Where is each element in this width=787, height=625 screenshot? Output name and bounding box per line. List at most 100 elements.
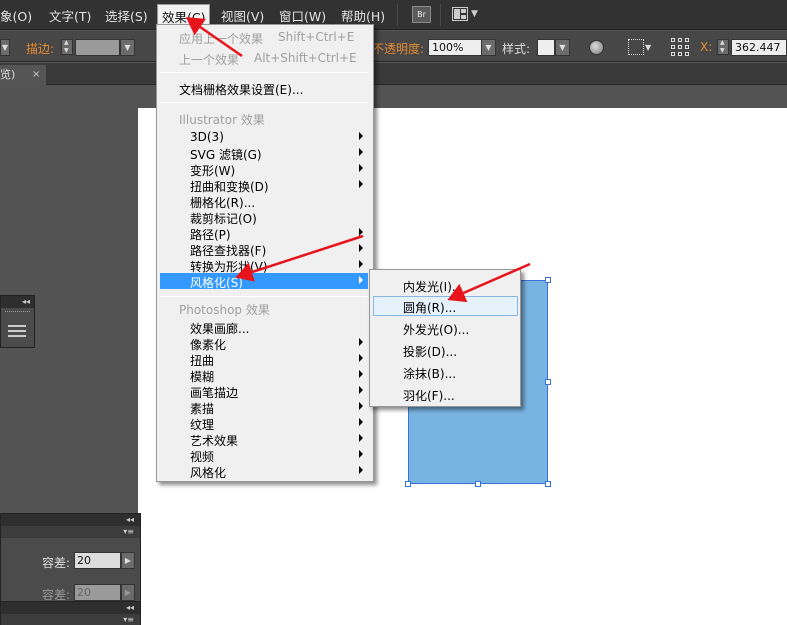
submenu-item-feather[interactable]: 羽化(F)... [373, 384, 518, 404]
menu-item-ps-3[interactable]: 模糊 [160, 367, 368, 384]
panel-grip[interactable] [5, 311, 30, 314]
shortcut-apply-last-effect: Shift+Ctrl+E [278, 30, 355, 44]
document-tab[interactable]: 览) × [0, 65, 46, 85]
submenu-item-label: 圆角(R)... [403, 301, 457, 315]
menu-object[interactable]: 象(O) [0, 6, 32, 25]
tolerance-dropdown[interactable]: ▶ [121, 584, 135, 601]
opacity-field[interactable]: 100% [428, 39, 482, 56]
x-label[interactable]: X: [700, 40, 712, 54]
submenu-item-label: 投影(D)... [403, 345, 458, 359]
arrange-documents-icon[interactable] [452, 7, 468, 21]
menu-view[interactable]: 视图(V) [221, 6, 264, 25]
tolerance-label: 容差: [42, 556, 71, 570]
panel-collapse-icon[interactable]: ◂◂ [1, 602, 140, 614]
submenu-arrow-icon [359, 164, 363, 172]
submenu-item-round-corners[interactable]: 圆角(R)... [373, 296, 518, 316]
isolate-object-icon[interactable] [628, 39, 644, 55]
close-icon[interactable]: × [32, 65, 40, 85]
menu-item-label: 风格化 [190, 466, 227, 480]
selection-handle[interactable] [475, 481, 481, 487]
submenu-item-inner-glow[interactable]: 内发光(I)... [373, 275, 518, 295]
menu-type[interactable]: 文字(T) [49, 6, 91, 25]
selection-handle[interactable] [545, 481, 551, 487]
menu-item-ill-2[interactable]: 变形(W) [160, 161, 368, 178]
opacity-label[interactable]: 不透明度: [372, 40, 424, 57]
control-bar: ▼ 描边: ▼ 不透明度: 100% ▼ 样式: ▼ ▼ X: 362.447 [0, 31, 787, 62]
selection-handle[interactable] [545, 277, 551, 283]
document-tab-bar: 览) × [0, 63, 787, 85]
reference-point-icon[interactable] [671, 38, 689, 56]
style-dropdown[interactable]: ▼ [555, 39, 570, 56]
x-stepper[interactable] [717, 39, 729, 55]
opacity-dropdown[interactable]: ▼ [481, 39, 496, 56]
chevron-down-icon[interactable]: ▼ [471, 9, 478, 19]
menu-separator [160, 72, 368, 73]
menu-item-last-effect[interactable]: 上一个效果 [179, 51, 239, 68]
recolor-artwork-icon[interactable] [589, 40, 604, 55]
menu-window[interactable]: 窗口(W) [279, 6, 326, 25]
panel-menu-icon[interactable]: ▾≡ [1, 526, 140, 538]
photoshop-effects-header: Photoshop 效果 [179, 303, 270, 317]
menu-separator [160, 102, 368, 103]
submenu-arrow-icon [359, 354, 363, 362]
style-swatch[interactable] [537, 39, 555, 56]
chevron-down-icon[interactable]: ▼ [645, 43, 651, 52]
submenu-arrow-icon [359, 338, 363, 346]
selection-handle[interactable] [405, 481, 411, 487]
stylize-submenu: 内发光(I)... 圆角(R)... 外发光(O)... 投影(D)... 涂抹… [369, 269, 521, 407]
submenu-item-outer-glow[interactable]: 外发光(O)... [373, 318, 518, 338]
panel-collapse-icon[interactable]: ◂◂ [1, 296, 34, 308]
menu-item-apply-last-effect[interactable]: 应用上一个效果 [179, 30, 263, 47]
menubar-divider [397, 4, 398, 26]
menu-item-ill-3[interactable]: 扭曲和变换(D) [160, 177, 368, 194]
panel-menu-icon[interactable]: ▾≡ [1, 614, 140, 625]
style-label: 样式: [502, 42, 531, 56]
panel-collapse-icon[interactable]: ◂◂ [1, 514, 140, 526]
submenu-item-scribble[interactable]: 涂抹(B)... [373, 362, 518, 382]
menu-item-ps-8[interactable]: 视频 [160, 447, 368, 464]
menu-item-ps-2[interactable]: 扭曲 [160, 351, 368, 368]
menu-item-ill-6[interactable]: 路径(P) [160, 225, 368, 242]
menu-item-raster-settings[interactable]: 文档栅格效果设置(E)... [179, 81, 303, 98]
menu-item-ill-1[interactable]: SVG 滤镜(G) [160, 145, 368, 162]
submenu-arrow-icon [359, 370, 363, 378]
bridge-icon[interactable]: Br [412, 6, 431, 23]
submenu-item-label: 内发光(I)... [403, 280, 464, 294]
tolerance-field[interactable]: 20 [74, 552, 121, 569]
illustrator-effects-header: Illustrator 效果 [179, 113, 265, 127]
tolerance-dropdown[interactable]: ▶ [121, 552, 135, 569]
shortcut-last-effect: Alt+Shift+Ctrl+E [254, 51, 357, 65]
menu-select[interactable]: 选择(S) [105, 6, 148, 25]
submenu-item-drop-shadow[interactable]: 投影(D)... [373, 340, 518, 360]
menu-item-ill-5[interactable]: 裁剪标记(O) [160, 209, 368, 226]
menu-item-ill-7[interactable]: 路径查找器(F) [160, 241, 368, 258]
menu-item-ill-0[interactable]: 3D(3) [160, 129, 368, 145]
menu-item-ps-7[interactable]: 艺术效果 [160, 431, 368, 448]
stroke-weight-dropdown[interactable]: ▼ [120, 39, 135, 56]
chevron-down-icon[interactable]: ▼ [0, 39, 10, 56]
panel-menu-icon[interactable] [8, 325, 26, 340]
magic-wand-panel: ◂◂ ▾≡ 容差: 20 ▶ 容差: 20 ▶ [0, 513, 141, 605]
collapsed-panel[interactable]: ◂◂ [0, 295, 35, 348]
secondary-panel: ◂◂ ▾≡ [0, 601, 141, 625]
menu-item-ps-9[interactable]: 风格化 [160, 463, 368, 480]
menu-item-ps-4[interactable]: 画笔描边 [160, 383, 368, 400]
submenu-arrow-icon [359, 276, 363, 284]
menu-item-ps-6[interactable]: 纹理 [160, 415, 368, 432]
menu-item-ps-1[interactable]: 像素化 [160, 335, 368, 352]
tolerance-field[interactable]: 20 [74, 584, 121, 601]
menubar-divider [440, 4, 441, 26]
stroke-weight-field[interactable] [75, 39, 120, 56]
selection-handle[interactable] [545, 379, 551, 385]
stroke-weight-stepper[interactable] [61, 39, 73, 55]
submenu-arrow-icon [359, 228, 363, 236]
menu-help[interactable]: 帮助(H) [341, 6, 385, 25]
menu-item-ps-5[interactable]: 素描 [160, 399, 368, 416]
menu-item-ill-9[interactable]: 风格化(S) [160, 273, 368, 290]
menu-item-ill-8[interactable]: 转换为形状(V) [160, 257, 368, 274]
stroke-label[interactable]: 描边: [26, 40, 54, 57]
submenu-arrow-icon [359, 434, 363, 442]
x-field[interactable]: 362.447 [731, 39, 787, 56]
menu-item-ill-4[interactable]: 栅格化(R)... [160, 193, 368, 210]
menu-item-ps-0[interactable]: 效果画廊... [160, 319, 368, 336]
